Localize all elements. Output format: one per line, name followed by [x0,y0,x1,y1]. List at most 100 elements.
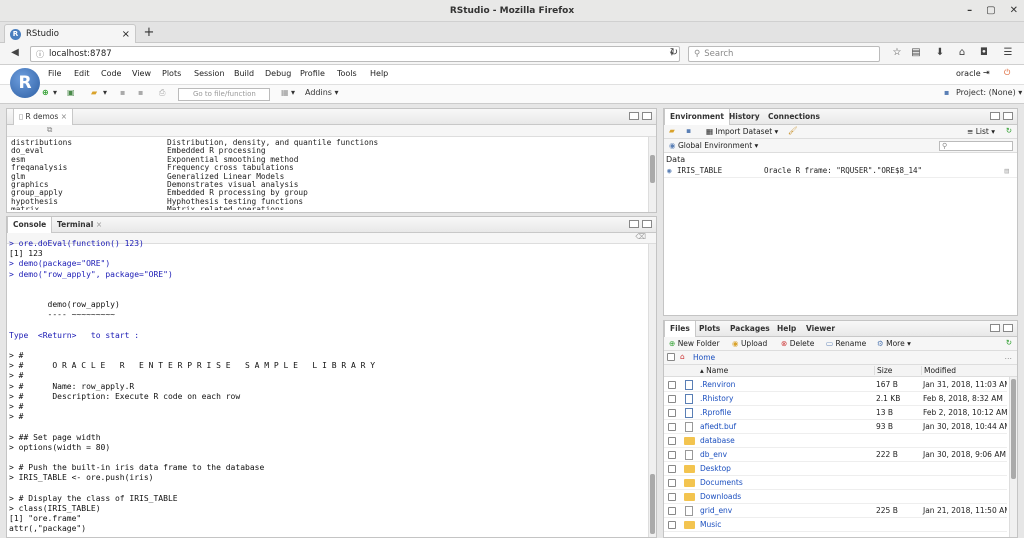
file-name[interactable]: .Renviron [700,378,735,391]
open-folder-icon[interactable]: ▰ [91,88,97,97]
menu-debug[interactable]: Debug [265,69,291,78]
minimize-pane-icon[interactable] [629,112,639,120]
search-input[interactable]: ⚲ Search [688,46,880,62]
breadcrumb-home[interactable]: Home [693,353,715,362]
file-checkbox[interactable] [668,395,676,403]
load-workspace-icon[interactable]: ▰ [669,126,675,135]
info-icon[interactable]: ⓘ [36,49,44,60]
file-checkbox[interactable] [668,507,676,515]
file-checkbox[interactable] [668,479,676,487]
maximize-pane-icon[interactable] [642,112,652,120]
pocket-icon[interactable]: ◘ [977,47,991,58]
menu-file[interactable]: File [48,69,61,78]
file-name[interactable]: db_env [700,448,727,461]
popout-icon[interactable]: ⧉ [47,125,52,135]
file-row[interactable]: afiedt.buf 93 B Jan 30, 2018, 10:44 AM [664,420,1007,434]
maximize-pane-icon[interactable] [1003,112,1013,120]
file-checkbox[interactable] [668,465,676,473]
file-row[interactable]: database [664,434,1007,448]
expand-icon[interactable]: ◉ [667,165,672,177]
delete-button[interactable]: ⊗ Delete [781,339,814,348]
tab-history[interactable]: History [724,109,765,125]
environment-search-input[interactable]: ⚲ [939,141,1013,151]
goto-file-input[interactable]: Go to file/function [178,88,270,101]
grid-layout-icon[interactable]: ▦ [281,88,289,97]
clear-workspace-icon[interactable]: 🖌 [788,126,798,135]
source-scrollbar[interactable] [648,137,656,212]
library-icon[interactable]: ▤ [909,47,923,58]
file-checkbox[interactable] [668,381,676,389]
file-checkbox[interactable] [668,423,676,431]
file-row[interactable]: .Renviron 167 B Jan 31, 2018, 11:03 AM [664,378,1007,392]
download-icon[interactable]: ⬇ [933,47,947,58]
maximize-icon[interactable]: ▢ [986,0,995,22]
addins-button[interactable]: Addins ▾ [305,88,339,97]
file-name[interactable]: database [700,434,735,447]
tab-environment[interactable]: Environment [664,109,730,125]
tab-console[interactable]: Console [7,217,53,233]
save-icon[interactable]: ▪ [120,88,125,97]
tab-packages[interactable]: Packages [725,321,775,337]
power-icon[interactable]: ⏻ [1004,68,1010,78]
tab-r-demos[interactable]: ▯ R demos × [13,109,73,125]
dropdown-arrow-icon[interactable]: ▾ [53,88,57,97]
menu-build[interactable]: Build [234,69,254,78]
save-workspace-icon[interactable]: ▪ [686,126,691,135]
maximize-pane-icon[interactable] [1003,324,1013,332]
file-checkbox[interactable] [668,409,676,417]
minimize-pane-icon[interactable] [990,324,1000,332]
new-file-icon[interactable]: ⊕ [42,88,49,97]
sort-name-header[interactable]: ▴ Name [700,366,728,375]
url-bar[interactable]: ⓘ localhost:8787 ▾ [30,46,680,62]
file-row[interactable]: Music [664,518,1007,532]
console-scrollbar[interactable] [648,244,656,537]
tab-viewer[interactable]: Viewer [801,321,840,337]
file-name[interactable]: grid_env [700,504,732,517]
back-icon[interactable]: ◀ [8,47,22,58]
file-name[interactable]: Downloads [700,490,741,503]
minimize-pane-icon[interactable] [629,220,639,228]
menu-code[interactable]: Code [101,69,121,78]
file-row[interactable]: .Rprofile 13 B Feb 2, 2018, 10:12 AM [664,406,1007,420]
close-icon[interactable]: ✕ [1010,0,1018,22]
menu-icon[interactable]: ☰ [1001,47,1015,58]
browser-tab-rstudio[interactable]: R RStudio × [4,24,136,43]
file-name[interactable]: afiedt.buf [700,420,736,433]
reload-icon[interactable]: ↻ [667,47,681,58]
file-checkbox[interactable] [668,451,676,459]
file-checkbox[interactable] [668,437,676,445]
close-icon[interactable]: × [61,112,67,121]
sort-size-header[interactable]: Size [874,366,892,375]
file-name[interactable]: Documents [700,476,743,489]
tab-terminal[interactable]: Terminal × [52,217,107,233]
console-output[interactable]: > ore.doEval(function() 123) [1] 123 > dem… [9,239,646,537]
files-scrollbar[interactable] [1009,377,1017,537]
new-folder-button[interactable]: ⊕ New Folder [669,339,720,348]
file-checkbox[interactable] [668,521,676,529]
maximize-pane-icon[interactable] [642,220,652,228]
tab-help[interactable]: Help [772,321,801,337]
menu-tools[interactable]: Tools [337,69,357,78]
file-checkbox[interactable] [668,493,676,501]
list-view-button[interactable]: ≡ List ▾ [967,127,995,136]
refresh-icon[interactable]: ↻ [1006,338,1012,347]
file-row[interactable]: .Rhistory 2.1 KB Feb 8, 2018, 8:32 AM [664,392,1007,406]
menu-session[interactable]: Session [194,69,225,78]
view-data-icon[interactable]: ▤ [1004,165,1009,177]
home-icon[interactable]: ⌂ [680,352,685,361]
tab-connections[interactable]: Connections [763,109,825,125]
menu-help[interactable]: Help [370,69,388,78]
bookmark-star-icon[interactable]: ☆ [890,47,904,58]
environment-row[interactable]: ◉ IRIS_TABLE Oracle R frame: "RQUSER"."O… [664,165,1017,178]
close-icon[interactable]: × [96,220,102,229]
save-all-icon[interactable]: ▪ [138,88,143,97]
file-row[interactable]: Downloads [664,490,1007,504]
signout-icon[interactable]: ⇥ [983,68,990,77]
menu-edit[interactable]: Edit [74,69,90,78]
project-menu[interactable]: Project: (None) ▾ [956,88,1022,97]
scope-selector[interactable]: ◉ Global Environment ▾ [669,141,758,150]
print-icon[interactable]: ⎙ [159,88,165,98]
tab-plots[interactable]: Plots [694,321,725,337]
menu-view[interactable]: View [132,69,151,78]
menu-profile[interactable]: Profile [300,69,325,78]
